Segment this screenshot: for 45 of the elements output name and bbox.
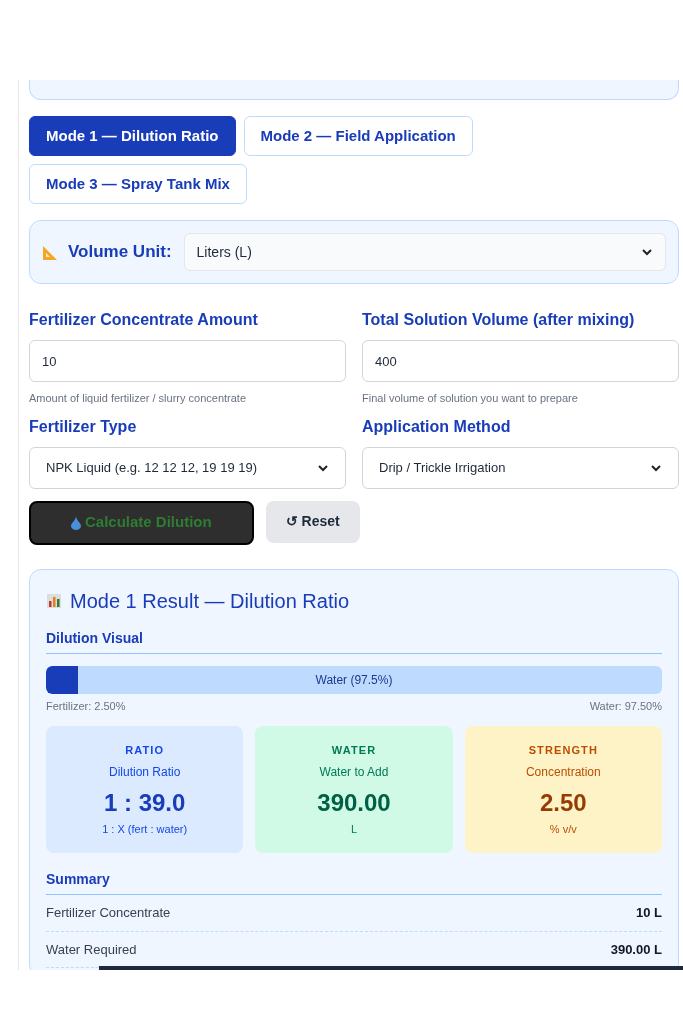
mode-tab[interactable]: Mode 3 — Spray Tank Mix: [29, 164, 247, 204]
field-label: Total Solution Volume (after mixing): [362, 310, 636, 330]
mode-tab[interactable]: Mode 2 — Field Application: [243, 116, 473, 156]
ruler-icon: [42, 243, 60, 261]
stat-unit: % v/v: [548, 821, 578, 837]
field-hint: Final volume of solution you want to prepare: [362, 391, 579, 406]
stat-tag: WATER: [255, 742, 453, 759]
field-label: Application Method: [362, 416, 512, 437]
input-field[interactable]: 400: [362, 340, 679, 382]
bar-chart-icon: [46, 592, 62, 609]
field-label: Fertilizer Type: [29, 416, 138, 437]
summary-value: 10 L: [636, 904, 662, 922]
summary-label: Water Required: [46, 940, 137, 959]
stat-title: Dilution Ratio: [107, 763, 182, 781]
stat-title: Concentration: [524, 763, 602, 781]
stat-value: 1 : 39.0: [102, 787, 187, 818]
field-label: Fertilizer Concentrate Amount: [29, 310, 259, 330]
fertilizer-caption: Fertilizer: 2.50%: [46, 698, 126, 714]
field-hint: Amount of liquid fertilizer / slurry concentrate: [29, 391, 248, 406]
unit-label: Volume Unit:: [68, 241, 172, 264]
summary-value: 390.00 L: [610, 940, 662, 959]
result-title: Mode 1 Result — Dilution Ratio: [70, 588, 349, 614]
stat-value: 2.50: [538, 787, 588, 818]
stat-value: 390.00: [316, 787, 392, 818]
input-field[interactable]: 10: [29, 340, 346, 382]
select-field[interactable]: Drip / Trickle Irrigation: [362, 446, 679, 489]
chevron-down-icon: [650, 463, 662, 472]
scrollbar-thumb[interactable]: [99, 966, 683, 970]
summary-label: Fertilizer Concentrate: [46, 904, 171, 922]
chevron-down-icon: [317, 463, 329, 472]
reset-button[interactable]: ↺ Reset: [265, 500, 360, 543]
stat-title: Water to Add: [318, 763, 390, 781]
stat-tag: STRENGTH: [464, 742, 662, 759]
dilution-bar: Water (97.5%): [46, 665, 662, 694]
drop-icon: [71, 515, 81, 530]
section-heading: Dilution Visual: [46, 627, 662, 654]
chevron-down-icon: [641, 248, 653, 256]
stat-tag: RATIO: [46, 742, 244, 759]
stat-unit: 1 : X (fert : water): [101, 821, 189, 837]
stat-unit: L: [349, 821, 359, 837]
water-caption: Water: 97.50%: [589, 698, 662, 714]
mode-tab[interactable]: Mode 1 — Dilution Ratio: [29, 116, 236, 156]
select-field[interactable]: NPK Liquid (e.g. 12 12 12, 19 19 19): [29, 446, 346, 489]
section-heading: Summary: [46, 869, 662, 895]
unit-select[interactable]: Liters (L): [183, 233, 666, 271]
